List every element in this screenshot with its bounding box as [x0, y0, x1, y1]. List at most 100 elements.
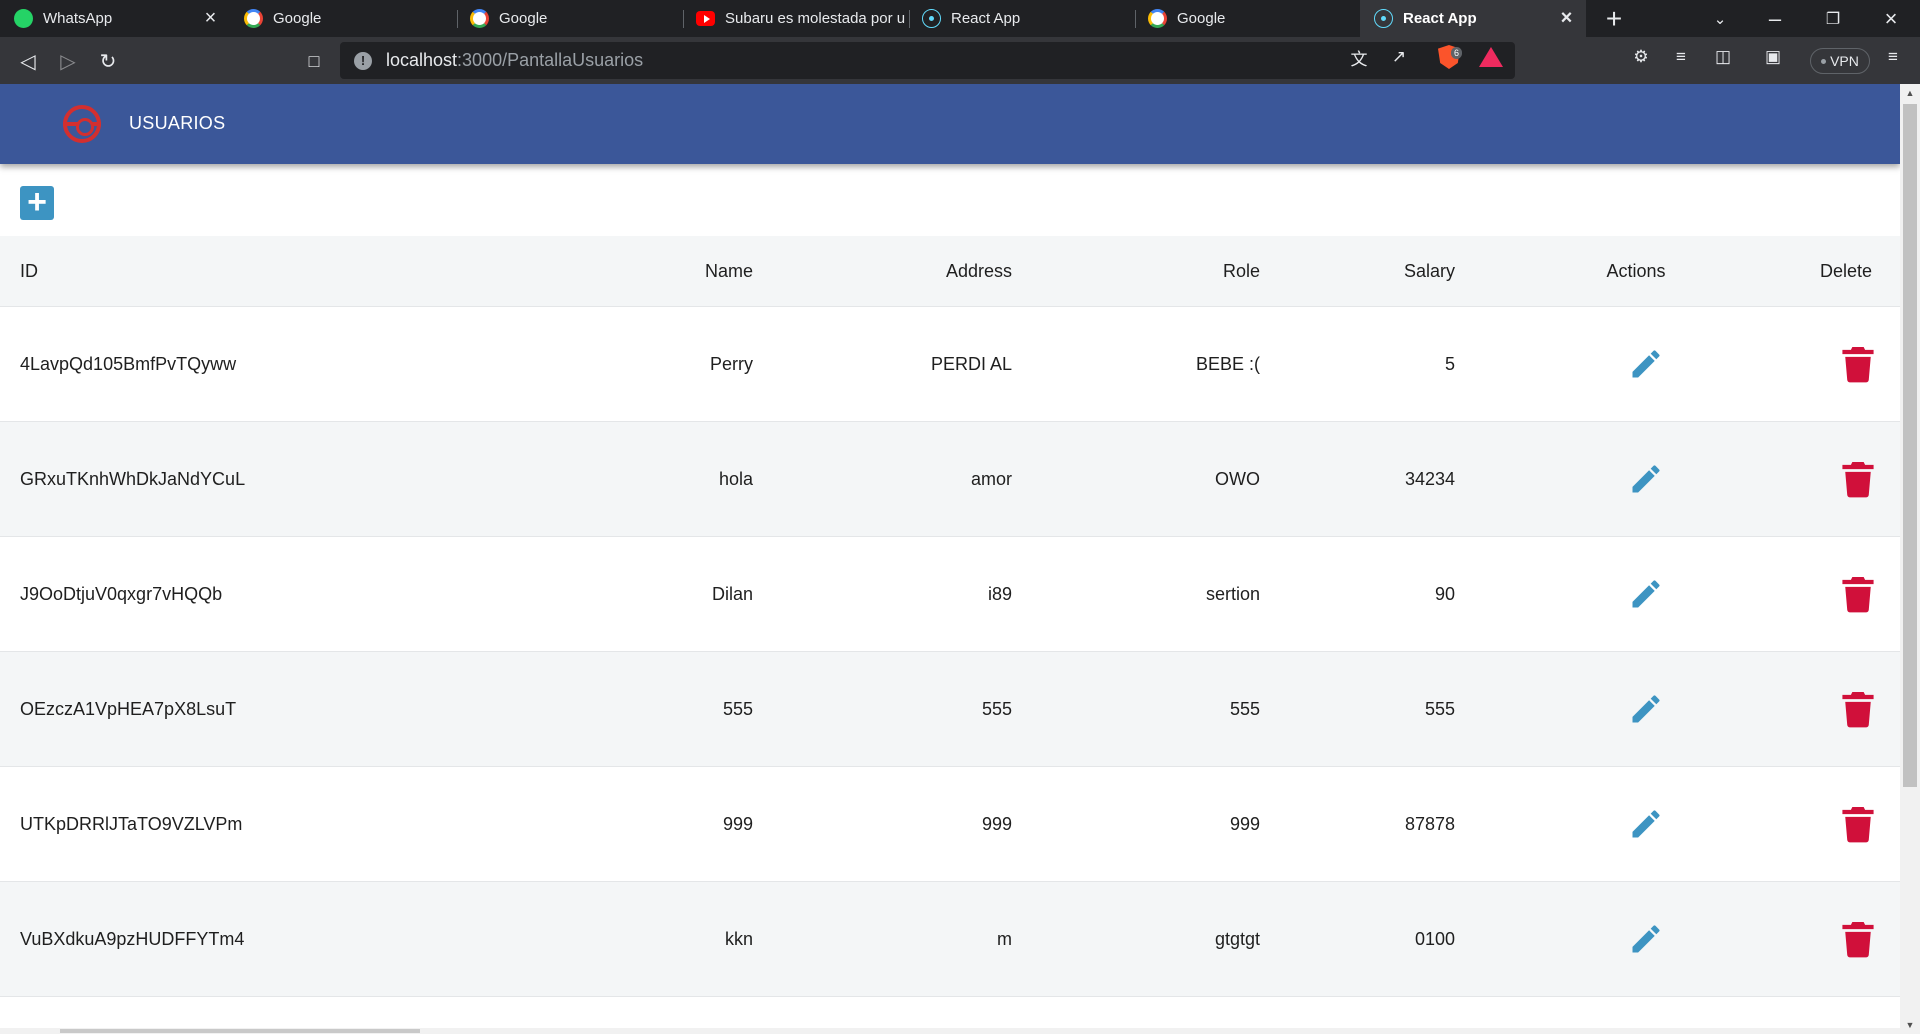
trash-icon[interactable]: [1836, 802, 1880, 846]
react-icon: [922, 9, 941, 28]
url-path: :3000/PantallaUsuarios: [457, 50, 644, 70]
tab-google-3[interactable]: Google: [1134, 0, 1360, 37]
vpn-label: VPN: [1830, 53, 1859, 69]
delete-button[interactable]: [1828, 767, 1888, 881]
tab-search-chevron-icon[interactable]: ⌄: [1700, 0, 1740, 37]
pencil-icon[interactable]: [1624, 342, 1668, 386]
column-header-actions: Actions: [1606, 260, 1666, 281]
youtube-icon: [696, 11, 715, 26]
site-info-icon[interactable]: !: [354, 51, 372, 70]
close-tab-icon[interactable]: ×: [1557, 8, 1576, 28]
tab-youtube[interactable]: Subaru es molestada por u: [682, 0, 908, 37]
delete-button[interactable]: [1828, 882, 1888, 996]
forward-button[interactable]: ▷: [52, 45, 84, 77]
trash-icon[interactable]: [1836, 687, 1880, 731]
browser-toolbar: ◁ ▷ ↻ □ ! localhost:3000/PantallaUsuario…: [0, 37, 1920, 84]
add-user-button[interactable]: +: [20, 185, 54, 220]
edit-button[interactable]: [1606, 422, 1686, 536]
tab-react-active[interactable]: React App ×: [1360, 0, 1586, 37]
trash-icon[interactable]: [1836, 572, 1880, 616]
playlist-icon[interactable]: ≡: [1670, 46, 1692, 68]
page-viewport: USUARIOS + ID Name Address Role Salary A…: [0, 84, 1920, 1034]
edit-button[interactable]: [1606, 537, 1686, 651]
delete-button[interactable]: [1828, 537, 1888, 651]
table-row: UTKpDRRlJTaTO9VZLVPm 999 999 999 87878: [0, 767, 1900, 882]
minimize-button[interactable]: –: [1755, 0, 1795, 37]
shields-count-badge: 6: [1451, 47, 1463, 59]
column-header-name: Name: [704, 260, 753, 281]
trash-icon[interactable]: [1836, 457, 1880, 501]
scroll-down-arrow-icon[interactable]: ▼: [1900, 1016, 1920, 1034]
tab-google-1[interactable]: Google: [230, 0, 456, 37]
tab-google-2[interactable]: Google: [456, 0, 682, 37]
column-header-salary: Salary: [1403, 260, 1455, 281]
close-tab-icon[interactable]: ×: [201, 8, 220, 28]
tab-whatsapp[interactable]: WhatsApp ×: [0, 0, 230, 37]
cell-role: 999: [1229, 813, 1260, 834]
delete-button[interactable]: [1828, 652, 1888, 766]
delete-button[interactable]: [1828, 307, 1888, 421]
edit-button[interactable]: [1606, 882, 1686, 996]
page-title: USUARIOS: [129, 113, 226, 133]
share-icon[interactable]: ↗: [1388, 46, 1410, 68]
cell-name: 555: [722, 698, 753, 719]
cell-id: GRxuTKnhWhDkJaNdYCuL: [20, 468, 246, 489]
pencil-icon[interactable]: [1624, 687, 1668, 731]
react-icon: [1374, 9, 1393, 28]
tab-react-1[interactable]: React App: [908, 0, 1134, 37]
vertical-scroll-thumb[interactable]: [1903, 104, 1917, 787]
cell-address: 555: [981, 698, 1012, 719]
translate-icon[interactable]: 文: [1348, 46, 1370, 69]
pencil-icon[interactable]: [1624, 572, 1668, 616]
cell-name: 999: [722, 813, 753, 834]
new-tab-button[interactable]: +: [1594, 0, 1634, 37]
cell-id: VuBXdkuA9pzHUDFFYTm4: [20, 928, 245, 949]
edit-button[interactable]: [1606, 307, 1686, 421]
cell-address: 999: [981, 813, 1012, 834]
back-button[interactable]: ◁: [12, 45, 44, 77]
horizontal-scroll-thumb[interactable]: [60, 1029, 420, 1033]
cell-id: UTKpDRRlJTaTO9VZLVPm: [20, 813, 243, 834]
edit-button[interactable]: [1606, 767, 1686, 881]
url-host: localhost: [386, 50, 458, 70]
pencil-icon[interactable]: [1624, 457, 1668, 501]
brave-rewards-icon[interactable]: [1479, 46, 1503, 68]
pencil-icon[interactable]: [1624, 802, 1668, 846]
cell-name: kkn: [724, 928, 753, 949]
trash-icon[interactable]: [1836, 342, 1880, 386]
trash-icon[interactable]: [1836, 917, 1880, 961]
cell-address: amor: [970, 468, 1012, 489]
tab-title: React App: [1403, 10, 1477, 27]
cell-salary: 87878: [1404, 813, 1455, 834]
cell-salary: 5: [1444, 353, 1455, 374]
app-header: USUARIOS: [0, 84, 1900, 164]
scroll-up-arrow-icon[interactable]: ▲: [1900, 84, 1920, 102]
edit-button[interactable]: [1606, 652, 1686, 766]
close-window-button[interactable]: ×: [1871, 0, 1911, 37]
table-row: 4LavpQd105BmfPvTQyww Perry PERDI AL BEBE…: [0, 307, 1900, 422]
column-header-role: Role: [1222, 260, 1260, 281]
sidebar-icon[interactable]: ◫: [1712, 46, 1734, 68]
extensions-icon[interactable]: ⚙: [1630, 46, 1652, 68]
horizontal-scrollbar[interactable]: [0, 1028, 1900, 1034]
cell-role: gtgtgt: [1214, 928, 1260, 949]
tab-title: React App: [951, 10, 1021, 27]
reload-button[interactable]: ↻: [92, 45, 124, 77]
menu-icon[interactable]: ≡: [1882, 46, 1904, 68]
users-table: ID Name Address Role Salary Actions Dele…: [0, 236, 1900, 997]
pencil-icon[interactable]: [1624, 917, 1668, 961]
tab-title: WhatsApp: [43, 10, 113, 27]
delete-button[interactable]: [1828, 422, 1888, 536]
restore-button[interactable]: ❐: [1813, 0, 1853, 37]
bookmark-icon[interactable]: □: [298, 45, 330, 77]
google-icon: [470, 9, 489, 28]
address-bar[interactable]: ! localhost:3000/PantallaUsuarios: [340, 42, 1515, 79]
vertical-scrollbar[interactable]: ▲ ▼: [1900, 84, 1920, 1034]
table-header: ID Name Address Role Salary Actions Dele…: [0, 236, 1900, 307]
wallet-icon[interactable]: ▣: [1762, 46, 1784, 68]
column-header-id: ID: [20, 260, 38, 281]
browser-tab-bar: WhatsApp × Google Google Subaru es moles…: [0, 0, 1920, 37]
vpn-button[interactable]: VPN: [1810, 48, 1870, 74]
tab-title: Google: [499, 10, 548, 27]
google-icon: [244, 9, 263, 28]
